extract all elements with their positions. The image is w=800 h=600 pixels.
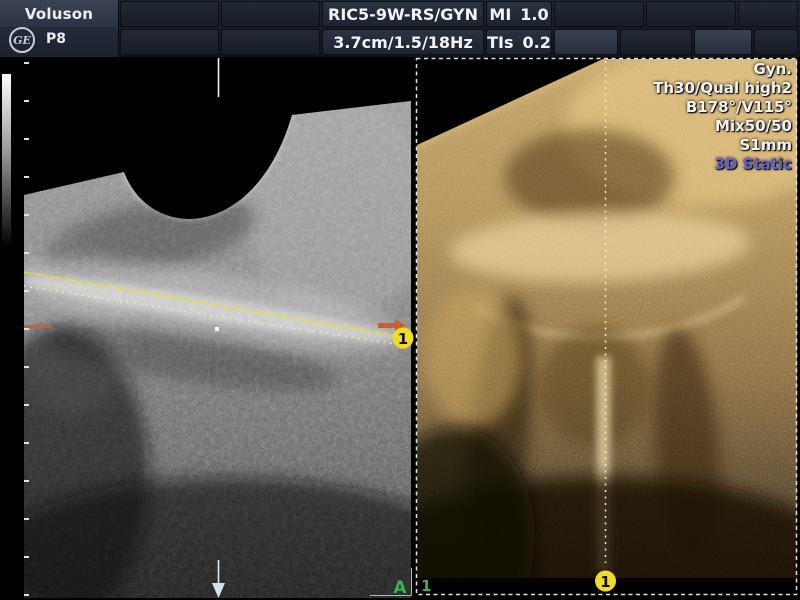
header-segment — [754, 29, 798, 55]
header-segment — [646, 1, 736, 27]
header-segment — [554, 1, 644, 27]
ge-monogram: GE — [13, 34, 31, 47]
header-segment — [620, 29, 692, 55]
scan-params-label: 3.7cm/1.5/18Hz — [333, 33, 473, 52]
header-segment — [738, 1, 798, 27]
header-segment — [554, 29, 618, 55]
slice-label: S1mm — [653, 136, 792, 155]
tis-segment: TIs 0.2 — [486, 29, 552, 55]
render-marker[interactable]: 1 — [595, 571, 616, 592]
application-label: Gyn. — [653, 60, 792, 79]
angles-label: B178°/V115° — [653, 98, 792, 117]
header-segment — [221, 29, 320, 55]
render-3d-viewport[interactable]: Gyn. Th30/Qual high2 B178°/V115° Mix50/5… — [415, 57, 800, 600]
quality-label: Th30/Qual high2 — [653, 79, 792, 98]
render-marker-number: 1 — [600, 573, 610, 591]
mix-label: Mix50/50 — [653, 117, 792, 136]
header-segment — [694, 29, 752, 55]
tis-value: 0.2 — [523, 33, 551, 52]
probe-segment: RIC5-9W-RS/GYN — [322, 1, 484, 27]
caliper-number: 1 — [398, 330, 408, 348]
header-bar: Voluson GE P8 RIC5-9W-RS/GYN MI 1.0 — [0, 0, 800, 58]
focus-marker — [24, 325, 52, 328]
settings-panel: Gyn. Th30/Qual high2 B178°/V115° Mix50/5… — [653, 60, 792, 174]
probe-label: RIC5-9W-RS/GYN — [328, 5, 478, 24]
brand-label: Voluson — [0, 0, 118, 27]
measurement-midpoint-dot — [215, 327, 219, 331]
mode-label: 3D Static — [653, 155, 792, 174]
ge-logo-icon: GE — [9, 27, 35, 53]
b-mode-viewport[interactable]: 1 A — [0, 57, 415, 600]
params-segment: 3.7cm/1.5/18Hz — [322, 29, 484, 55]
header-segment — [120, 1, 219, 27]
preset-label: P8 — [46, 31, 66, 47]
mi-segment: MI 1.0 — [486, 1, 552, 27]
mi-label: MI — [489, 5, 511, 24]
image-number-label: 1 — [421, 577, 431, 595]
main-area: 1 A Gyn. Th30/Qual high2 B178°/V115° Mix… — [0, 57, 800, 600]
brand-panel: Voluson GE P8 — [0, 0, 119, 57]
header-segment — [120, 29, 219, 55]
header-segment — [221, 1, 320, 27]
ultrasound-screen: Voluson GE P8 RIC5-9W-RS/GYN MI 1.0 — [0, 0, 800, 600]
tis-label: TIs — [487, 33, 513, 52]
plane-label: A — [393, 578, 407, 598]
b-mode-image: 1 A — [0, 57, 415, 600]
mi-value: 1.0 — [520, 5, 548, 24]
caliper-marker[interactable]: 1 — [393, 328, 414, 349]
